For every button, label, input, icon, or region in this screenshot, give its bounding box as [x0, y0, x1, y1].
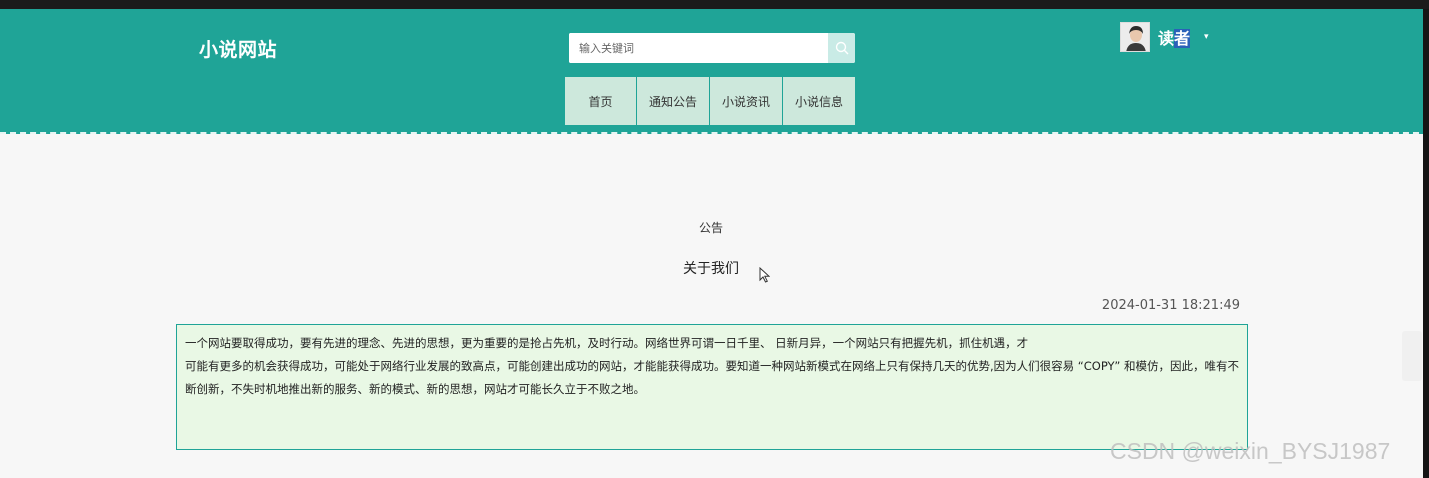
- article-paragraph: 一个网站要取得成功，要有先进的理念、先进的思想，更为重要的是抢占先机，及时行动。…: [185, 336, 1029, 350]
- article-category: 公告: [698, 221, 723, 235]
- nav-item-novels[interactable]: 小说信息: [783, 77, 855, 125]
- search-button[interactable]: [828, 33, 855, 63]
- watermark: CSDN @weixin_BYSJ1987: [1110, 438, 1391, 464]
- scrollbar-thumb[interactable]: [1402, 331, 1422, 381]
- nav-item-news[interactable]: 小说资讯: [710, 77, 782, 125]
- nav-item-notice[interactable]: 通知公告: [637, 77, 709, 125]
- search-input[interactable]: [569, 33, 827, 63]
- article-title: 关于我们: [683, 261, 739, 277]
- window-top-bar: [0, 0, 1429, 9]
- user-menu[interactable]: 读者 ▾: [1120, 22, 1209, 52]
- username[interactable]: 读者: [1158, 25, 1191, 49]
- avatar[interactable]: [1120, 22, 1150, 52]
- chevron-down-icon[interactable]: ▾: [1204, 32, 1209, 42]
- article-paragraph: 断创新，不失时机地推出新的服务、新的模式、新的思想，网站才可能长久立于不败之地。: [185, 382, 645, 396]
- article-paragraph: 可能有更多的机会获得成功，可能处于网络行业发展的致高点，可能创建出成功的网站，才…: [185, 359, 1239, 373]
- site-header: 小说网站 首页 通知公告 小说资讯 小说信息 读者 ▾: [0, 9, 1429, 134]
- window-right-edge: [1423, 9, 1429, 478]
- search-box: [569, 33, 855, 63]
- search-icon: [835, 41, 848, 55]
- site-logo[interactable]: 小说网站: [199, 35, 277, 62]
- mouse-cursor-icon: [759, 267, 770, 283]
- article-date: 2024-01-31 18:21:49: [1101, 298, 1240, 313]
- nav-item-home[interactable]: 首页: [565, 77, 636, 125]
- article-content: 一个网站要取得成功，要有先进的理念、先进的思想，更为重要的是抢占先机，及时行动。…: [176, 324, 1248, 450]
- main-nav: 首页 通知公告 小说资讯 小说信息: [565, 77, 855, 125]
